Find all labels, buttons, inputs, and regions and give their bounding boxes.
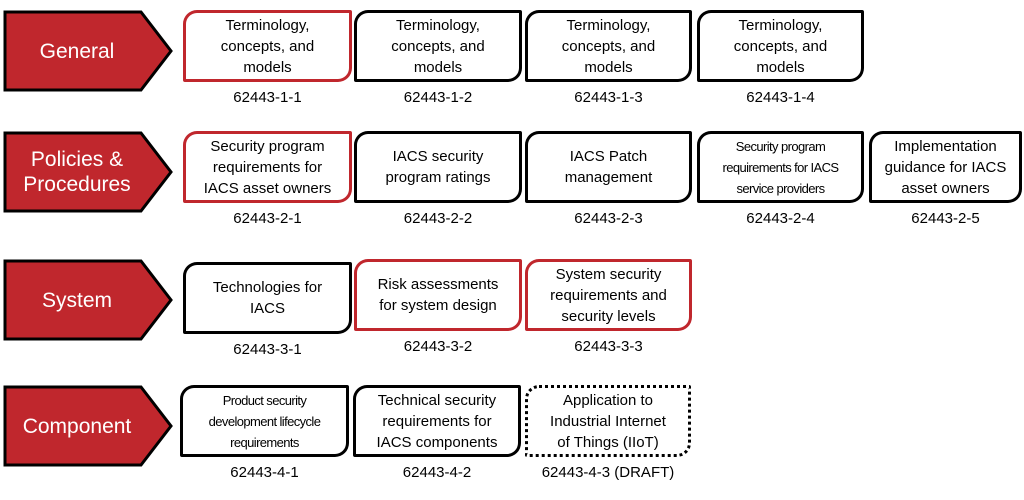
standard-box[interactable]: Terminology, concepts, and models — [354, 10, 522, 82]
standard-62443-3-1[interactable]: Technologies for IACS 62443-3-1 — [183, 262, 352, 358]
standard-62443-2-2[interactable]: IACS security program ratings 62443-2-2 — [354, 131, 522, 227]
standard-box[interactable]: Technologies for IACS — [183, 262, 352, 334]
standard-code: 62443-1-3 — [574, 89, 643, 106]
category-label: Policies & Procedures — [23, 148, 131, 196]
standard-code: 62443-1-2 — [403, 89, 473, 106]
standard-box[interactable]: Implementation guidance for IACS asset own… — [869, 131, 1022, 203]
standard-box[interactable]: System security requirements and security … — [525, 259, 692, 331]
standard-62443-2-5[interactable]: Implementation guidance for IACS asset own… — [869, 131, 1022, 227]
standard-code: 62443-2-1 — [233, 210, 302, 227]
standard-62443-4-3-draft[interactable]: Application to Industrial Internet of Thin… — [525, 385, 691, 481]
standard-62443-4-1[interactable]: Product security development lifecycle req… — [180, 385, 349, 481]
standard-62443-1-1[interactable]: Terminology, concepts, and models 62443-1-… — [183, 10, 352, 106]
standard-code: 62443-3-3 — [574, 338, 643, 355]
standard-code: 62443-3-1 — [233, 341, 302, 358]
standard-code: 62443-2-5 — [911, 210, 980, 227]
standard-code: 62443-1-4 — [746, 89, 815, 106]
standard-code: 62443-2-3 — [574, 210, 643, 227]
standard-box[interactable]: Technical security requirements for IACS c… — [353, 385, 521, 457]
standard-code: 62443-4-3 (DRAFT) — [541, 464, 675, 481]
standard-62443-1-4[interactable]: Terminology, concepts, and models 62443-1-… — [697, 10, 864, 106]
standard-box[interactable]: IACS security program ratings — [354, 131, 522, 203]
standard-62443-4-2[interactable]: Technical security requirements for IACS c… — [353, 385, 521, 481]
standard-62443-1-2[interactable]: Terminology, concepts, and models 62443-1-… — [354, 10, 522, 106]
standard-62443-1-3[interactable]: Terminology, concepts, and models 62443-1-… — [525, 10, 692, 106]
standard-code: 62443-4-2 — [402, 464, 472, 481]
standard-62443-3-3[interactable]: System security requirements and security … — [525, 259, 692, 355]
standard-code: 62443-1-1 — [233, 89, 302, 106]
category-arrow-policies-procedures: Policies & Procedures — [3, 131, 173, 213]
category-arrow-system: System — [3, 259, 173, 341]
category-arrow-general: General — [3, 10, 173, 92]
standard-box[interactable]: Security program requirements for IACS ser… — [697, 131, 864, 203]
row-general: General Terminology, concepts, and models … — [0, 10, 1024, 120]
standard-box[interactable]: Terminology, concepts, and models — [697, 10, 864, 82]
standard-box[interactable]: Terminology, concepts, and models — [525, 10, 692, 82]
category-label: System — [41, 288, 112, 312]
standard-code: 62443-2-4 — [746, 210, 815, 227]
standard-62443-2-3[interactable]: IACS Patch management 62443-2-3 — [525, 131, 692, 227]
standard-box[interactable]: Terminology, concepts, and models — [183, 10, 352, 82]
category-label: General — [39, 39, 115, 63]
standard-code: 62443-3-2 — [403, 338, 473, 355]
row-policies-procedures: Policies & Procedures Security program req… — [0, 131, 1024, 241]
standard-box-draft[interactable]: Application to Industrial Internet of Thin… — [525, 385, 691, 457]
standard-code: 62443-2-2 — [403, 210, 473, 227]
standard-box[interactable]: Security program requirements for IACS ass… — [183, 131, 352, 203]
standard-code: 62443-4-1 — [230, 464, 299, 481]
standard-62443-3-2[interactable]: Risk assessments for system design 62443-… — [354, 259, 522, 355]
category-label: Component — [22, 414, 132, 438]
standard-62443-2-4[interactable]: Security program requirements for IACS ser… — [697, 131, 864, 227]
row-system: System Technologies for IACS 62443-3-1 Ri… — [0, 259, 1024, 369]
category-arrow-component: Component — [3, 385, 173, 467]
row-component: Component Product security development li… — [0, 385, 1024, 495]
standard-box[interactable]: IACS Patch management — [525, 131, 692, 203]
standard-62443-2-1[interactable]: Security program requirements for IACS ass… — [183, 131, 352, 227]
standard-box[interactable]: Product security development lifecycle req… — [180, 385, 349, 457]
standard-box[interactable]: Risk assessments for system design — [354, 259, 522, 331]
